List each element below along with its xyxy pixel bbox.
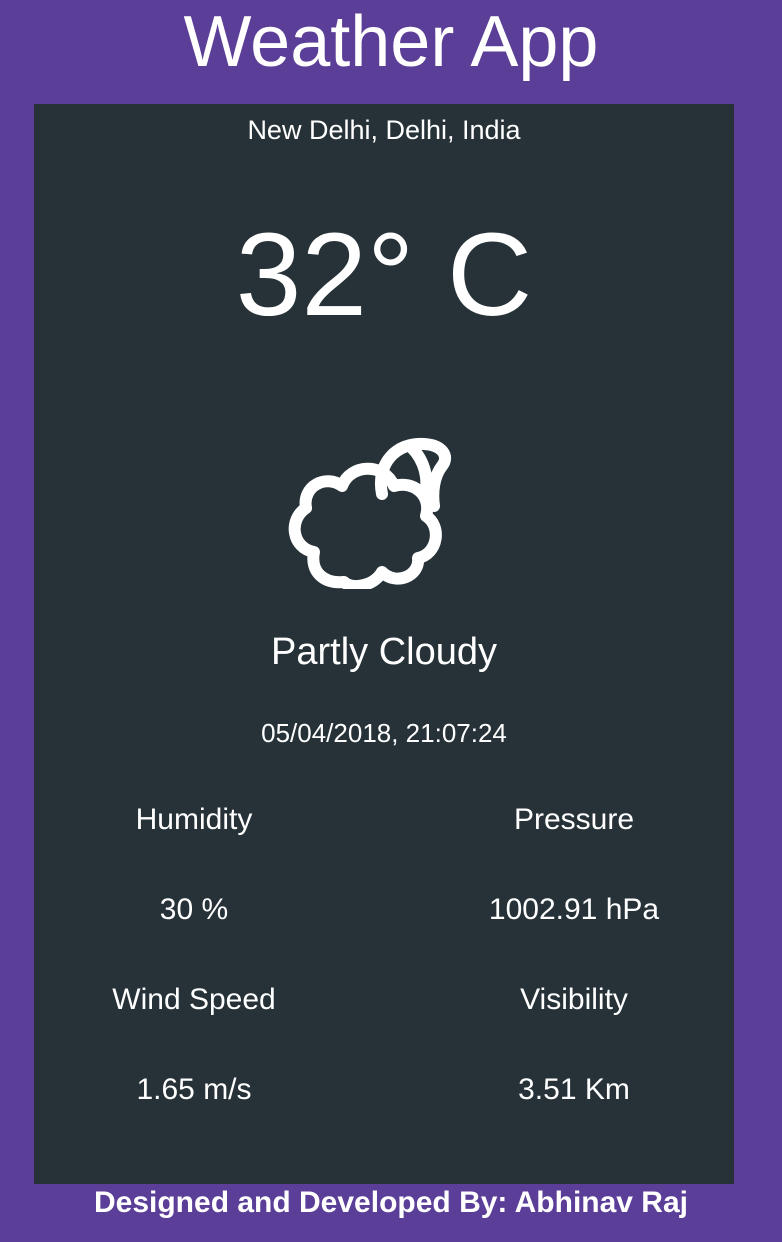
wind-speed-label: Wind Speed — [112, 983, 276, 1016]
partly-cloudy-icon — [288, 437, 452, 589]
condition-label: Partly Cloudy — [271, 631, 497, 673]
visibility-value: 3.51 Km — [518, 1073, 630, 1106]
app-title: Weather App — [183, 2, 599, 82]
footer-credit: Designed and Developed By: Abhinav Raj — [93, 1186, 688, 1219]
pressure-value: 1002.91 hPa — [488, 893, 660, 926]
datetime-label: 05/04/2018, 21:07:24 — [261, 718, 507, 748]
location-label: New Delhi, Delhi, India — [247, 115, 521, 145]
weather-card: New Delhi, Delhi, India 32° C Partly Clo… — [34, 104, 734, 1184]
humidity-value: 30 % — [159, 893, 229, 926]
pressure-label: Pressure — [513, 803, 635, 836]
humidity-label: Humidity — [135, 803, 253, 836]
wind-speed-value: 1.65 m/s — [136, 1073, 252, 1106]
visibility-label: Visibility — [520, 983, 628, 1016]
temperature-value: 32° C — [235, 209, 533, 341]
